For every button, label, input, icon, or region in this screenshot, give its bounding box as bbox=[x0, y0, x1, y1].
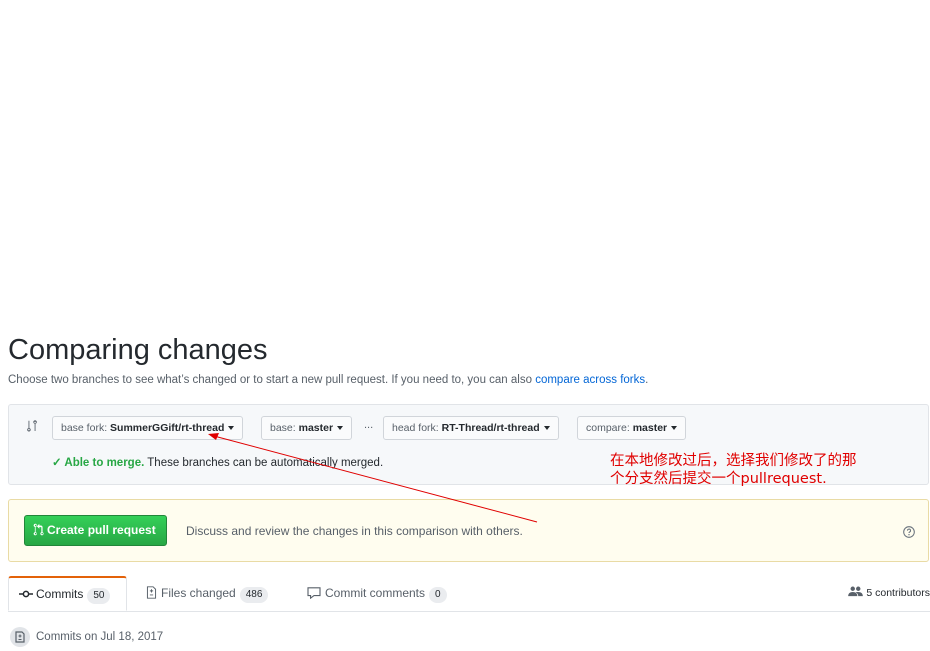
merge-status-text: These branches can be automatically merg… bbox=[144, 457, 384, 469]
compare-branch-select[interactable]: compare: master bbox=[577, 416, 687, 440]
file-diff-icon bbox=[146, 586, 157, 599]
people-icon bbox=[848, 586, 864, 597]
page-title: Comparing changes bbox=[8, 334, 268, 366]
tab-files-changed-count: 486 bbox=[239, 587, 269, 603]
comment-icon bbox=[307, 587, 321, 600]
tab-commits-label: Commits bbox=[36, 587, 84, 601]
subtitle-end: . bbox=[645, 374, 649, 386]
create-pull-request-button[interactable]: Create pull request bbox=[24, 515, 167, 546]
tab-commit-comments-count: 0 bbox=[429, 587, 447, 603]
create-pr-description: Discuss and review the changes in this c… bbox=[186, 524, 523, 538]
contributors-count: 5 contributors bbox=[866, 587, 930, 599]
question-icon[interactable] bbox=[903, 526, 915, 538]
commits-icon bbox=[10, 627, 30, 647]
tab-commits[interactable]: Commits 50 bbox=[8, 576, 127, 611]
compare-arrows-icon bbox=[27, 420, 37, 432]
compare-branch-label: compare: bbox=[586, 422, 633, 434]
range-dots: ... bbox=[364, 419, 374, 431]
caret-down-icon bbox=[228, 426, 235, 431]
annotation-line-2: 个分支然后提交一个pullrequest. bbox=[610, 471, 827, 487]
merge-status: ✓ Able to merge. These branches can be a… bbox=[52, 455, 383, 469]
subtitle-text: Choose two branches to see what’s change… bbox=[8, 374, 536, 386]
head-fork-value: RT-Thread/rt-thread bbox=[441, 422, 540, 434]
git-pull-request-icon bbox=[33, 523, 44, 536]
able-to-merge-text: ✓ Able to merge. bbox=[52, 457, 145, 469]
base-fork-value: SummerGGift/rt-thread bbox=[110, 422, 225, 434]
caret-down-icon bbox=[543, 426, 550, 431]
tab-commit-comments-label: Commit comments bbox=[325, 586, 426, 600]
compare-tabs: Commits 50 Files changed 486 Commit commen… bbox=[8, 576, 930, 612]
tab-files-changed-label: Files changed bbox=[161, 586, 236, 600]
base-branch-select[interactable]: base: master bbox=[261, 416, 353, 440]
base-fork-label: base fork: bbox=[61, 422, 111, 434]
commits-date-header: Commits on Jul 18, 2017 bbox=[10, 627, 163, 647]
create-pr-banner: Create pull request Discuss and review t… bbox=[8, 499, 929, 562]
tab-commits-count: 50 bbox=[87, 588, 111, 604]
tab-files-changed[interactable]: Files changed 486 bbox=[146, 576, 269, 611]
compare-across-forks-link[interactable]: compare across forks bbox=[535, 374, 645, 386]
annotation-note: 在本地修改过后，选择我们修改了的那 个分支然后提交一个pullrequest. bbox=[610, 452, 930, 488]
caret-down-icon bbox=[337, 426, 344, 431]
base-fork-select[interactable]: base fork: SummerGGift/rt-thread bbox=[52, 416, 244, 440]
contributors-link[interactable]: 5 contributors bbox=[848, 576, 930, 611]
base-branch-value: master bbox=[298, 422, 334, 434]
compare-branch-value: master bbox=[632, 422, 668, 434]
base-branch-label: base: bbox=[270, 422, 299, 434]
caret-down-icon bbox=[671, 426, 678, 431]
annotation-line-1: 在本地修改过后，选择我们修改了的那 bbox=[610, 453, 857, 469]
commits-date-text: Commits on Jul 18, 2017 bbox=[36, 631, 164, 644]
head-fork-label: head fork: bbox=[392, 422, 442, 434]
tab-commit-comments[interactable]: Commit comments 0 bbox=[307, 576, 447, 611]
page-subtitle: Choose two branches to see what’s change… bbox=[8, 374, 648, 386]
head-fork-select[interactable]: head fork: RT-Thread/rt-thread bbox=[383, 416, 559, 440]
create-pull-request-label: Create pull request bbox=[47, 523, 156, 537]
commit-icon bbox=[19, 590, 33, 598]
